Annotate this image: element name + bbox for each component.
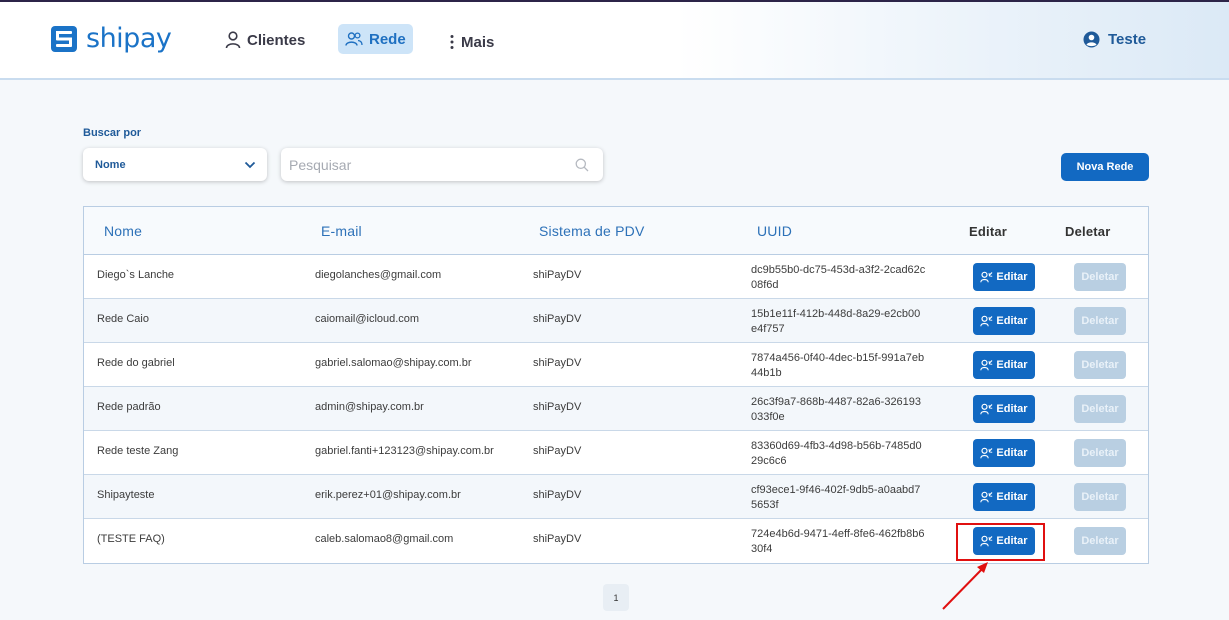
table-body: Diego`s Lanche diegolanches@gmail.com shiP… xyxy=(84,255,1148,563)
cell-name: Rede do gabriel xyxy=(97,357,175,369)
user-edit-icon xyxy=(980,359,993,371)
search-by-label: Buscar por xyxy=(83,127,142,139)
column-header-edit: Editar xyxy=(969,224,1008,239)
cell-uuid: 724e4b6d-9471-4eff-8fe6-462fb8b630f4 xyxy=(751,528,925,555)
cell-name: Rede padrão xyxy=(97,401,161,413)
search-by-select[interactable]: Nome xyxy=(83,148,267,181)
delete-button[interactable]: Deletar xyxy=(1074,527,1126,555)
cell-uuid: cf93ece1-9f46-402f-9db5-a0aabd75653f xyxy=(751,484,921,511)
cell-email: caiomail@icloud.com xyxy=(315,313,420,325)
table-row: Rede padrão admin@shipay.com.br shiPayDV 26… xyxy=(84,387,1148,431)
edit-button-label: Editar xyxy=(996,491,1028,503)
user-edit-icon xyxy=(980,271,993,283)
table-row: Diego`s Lanche diegolanches@gmail.com shiP… xyxy=(84,255,1148,299)
nav-mais-label: Mais xyxy=(461,33,495,51)
edit-button-label: Editar xyxy=(996,315,1028,327)
edit-button[interactable]: Editar xyxy=(973,483,1035,511)
cell-email: admin@shipay.com.br xyxy=(315,401,424,413)
column-header-email: E-mail xyxy=(321,223,362,239)
column-header-pdv: Sistema de PDV xyxy=(539,223,645,239)
delete-button[interactable]: Deletar xyxy=(1074,395,1126,423)
vertical-dots-icon xyxy=(450,35,454,49)
cell-email: diegolanches@gmail.com xyxy=(315,269,442,281)
search-box xyxy=(281,148,603,181)
cell-email: erik.perez+01@shipay.com.br xyxy=(315,489,461,501)
table-row: Rede do gabriel gabriel.salomao@shipay.co… xyxy=(84,343,1148,387)
cell-pdv: shiPayDV xyxy=(533,489,582,501)
shipay-logo[interactable]: shipay xyxy=(50,23,172,54)
nav-rede-label: Rede xyxy=(369,30,406,48)
delete-button[interactable]: Deletar xyxy=(1074,351,1126,379)
brand-name: shipay xyxy=(86,23,172,54)
column-header-uuid: UUID xyxy=(757,223,793,239)
person-icon xyxy=(225,31,241,49)
edit-button[interactable]: Editar xyxy=(973,439,1035,467)
nav-mais[interactable]: Mais xyxy=(449,31,494,53)
edit-button[interactable]: Editar xyxy=(973,263,1035,291)
cell-email: gabriel.fanti+123123@shipay.com.br xyxy=(315,445,494,457)
cell-name: Rede teste Zang xyxy=(97,445,179,457)
search-input[interactable] xyxy=(289,156,549,173)
cell-uuid: 15b1e11f-412b-448d-8a29-e2cb00e4f757 xyxy=(751,308,921,335)
column-header-name: Nome xyxy=(104,223,143,239)
cell-uuid: 83360d69-4fb3-4d98-b56b-7485d029c6c6 xyxy=(751,440,922,467)
edit-button-label: Editar xyxy=(996,403,1028,415)
edit-button-label: Editar xyxy=(996,271,1028,283)
user-edit-icon xyxy=(980,491,993,503)
cell-uuid: 26c3f9a7-868b-4487-82a6-326193033f0e xyxy=(751,396,922,423)
user-circle-icon xyxy=(1083,31,1100,48)
cell-pdv: shiPayDV xyxy=(533,269,582,281)
table-header: Nome E-mail Sistema de PDV UUID Editar D… xyxy=(84,207,1148,255)
user-edit-icon xyxy=(980,447,993,459)
user-menu[interactable]: Teste xyxy=(1083,31,1146,48)
top-navbar: shipay Clientes Rede Mais Teste xyxy=(0,2,1229,80)
delete-button[interactable]: Deletar xyxy=(1074,263,1126,291)
edit-button[interactable]: Editar xyxy=(973,351,1035,379)
delete-button[interactable]: Deletar xyxy=(1074,439,1126,467)
networks-table: Nome E-mail Sistema de PDV UUID Editar D… xyxy=(83,206,1149,564)
delete-button[interactable]: Deletar xyxy=(1074,307,1126,335)
table-row: Rede Caio caiomail@icloud.com shiPayDV 15b1… xyxy=(84,299,1148,343)
people-icon xyxy=(345,32,363,46)
search-icon[interactable] xyxy=(575,158,589,172)
nav-rede[interactable]: Rede xyxy=(338,24,413,54)
cell-pdv: shiPayDV xyxy=(533,401,582,413)
new-network-button[interactable]: Nova Rede xyxy=(1061,153,1149,181)
cell-name: Diego`s Lanche xyxy=(97,269,175,281)
table-row: Shipayteste erik.perez+01@shipay.com.br sh… xyxy=(84,475,1148,519)
search-by-value: Nome xyxy=(95,158,126,171)
user-name: Teste xyxy=(1108,31,1147,48)
user-edit-icon xyxy=(980,315,993,327)
cell-name: Shipayteste xyxy=(97,489,155,501)
cell-email: caleb.salomao8@gmail.com xyxy=(315,533,454,545)
edit-button[interactable]: Editar xyxy=(973,395,1035,423)
cell-pdv: shiPayDV xyxy=(533,313,582,325)
column-header-delete: Deletar xyxy=(1065,224,1111,239)
annotation-arrow-icon xyxy=(942,562,988,610)
edit-button-label: Editar xyxy=(996,359,1028,371)
cell-pdv: shiPayDV xyxy=(533,445,582,457)
cell-pdv: shiPayDV xyxy=(533,357,582,369)
cell-name: (TESTE FAQ) xyxy=(97,533,165,545)
edit-button-label: Editar xyxy=(996,447,1028,459)
delete-button[interactable]: Deletar xyxy=(1074,483,1126,511)
user-edit-icon xyxy=(980,403,993,415)
edit-button[interactable]: Editar xyxy=(973,307,1035,335)
cell-name: Rede Caio xyxy=(97,313,149,325)
cell-pdv: shiPayDV xyxy=(533,533,582,545)
cell-uuid: 7874a456-0f40-4dec-b15f-991a7eb44b1b xyxy=(751,352,925,379)
pagination-page-button[interactable]: 1 xyxy=(603,584,629,611)
table-row: Rede teste Zang gabriel.fanti+123123@ship… xyxy=(84,431,1148,475)
cell-email: gabriel.salomao@shipay.com.br xyxy=(315,357,472,369)
shipay-logo-icon xyxy=(51,25,77,52)
cell-uuid: dc9b55b0-dc75-453d-a3f2-2cad62c08f6d xyxy=(751,264,926,291)
chevron-down-icon xyxy=(244,161,256,168)
nav-clientes-label: Clientes xyxy=(247,31,306,49)
nav-clientes[interactable]: Clientes xyxy=(225,29,305,51)
